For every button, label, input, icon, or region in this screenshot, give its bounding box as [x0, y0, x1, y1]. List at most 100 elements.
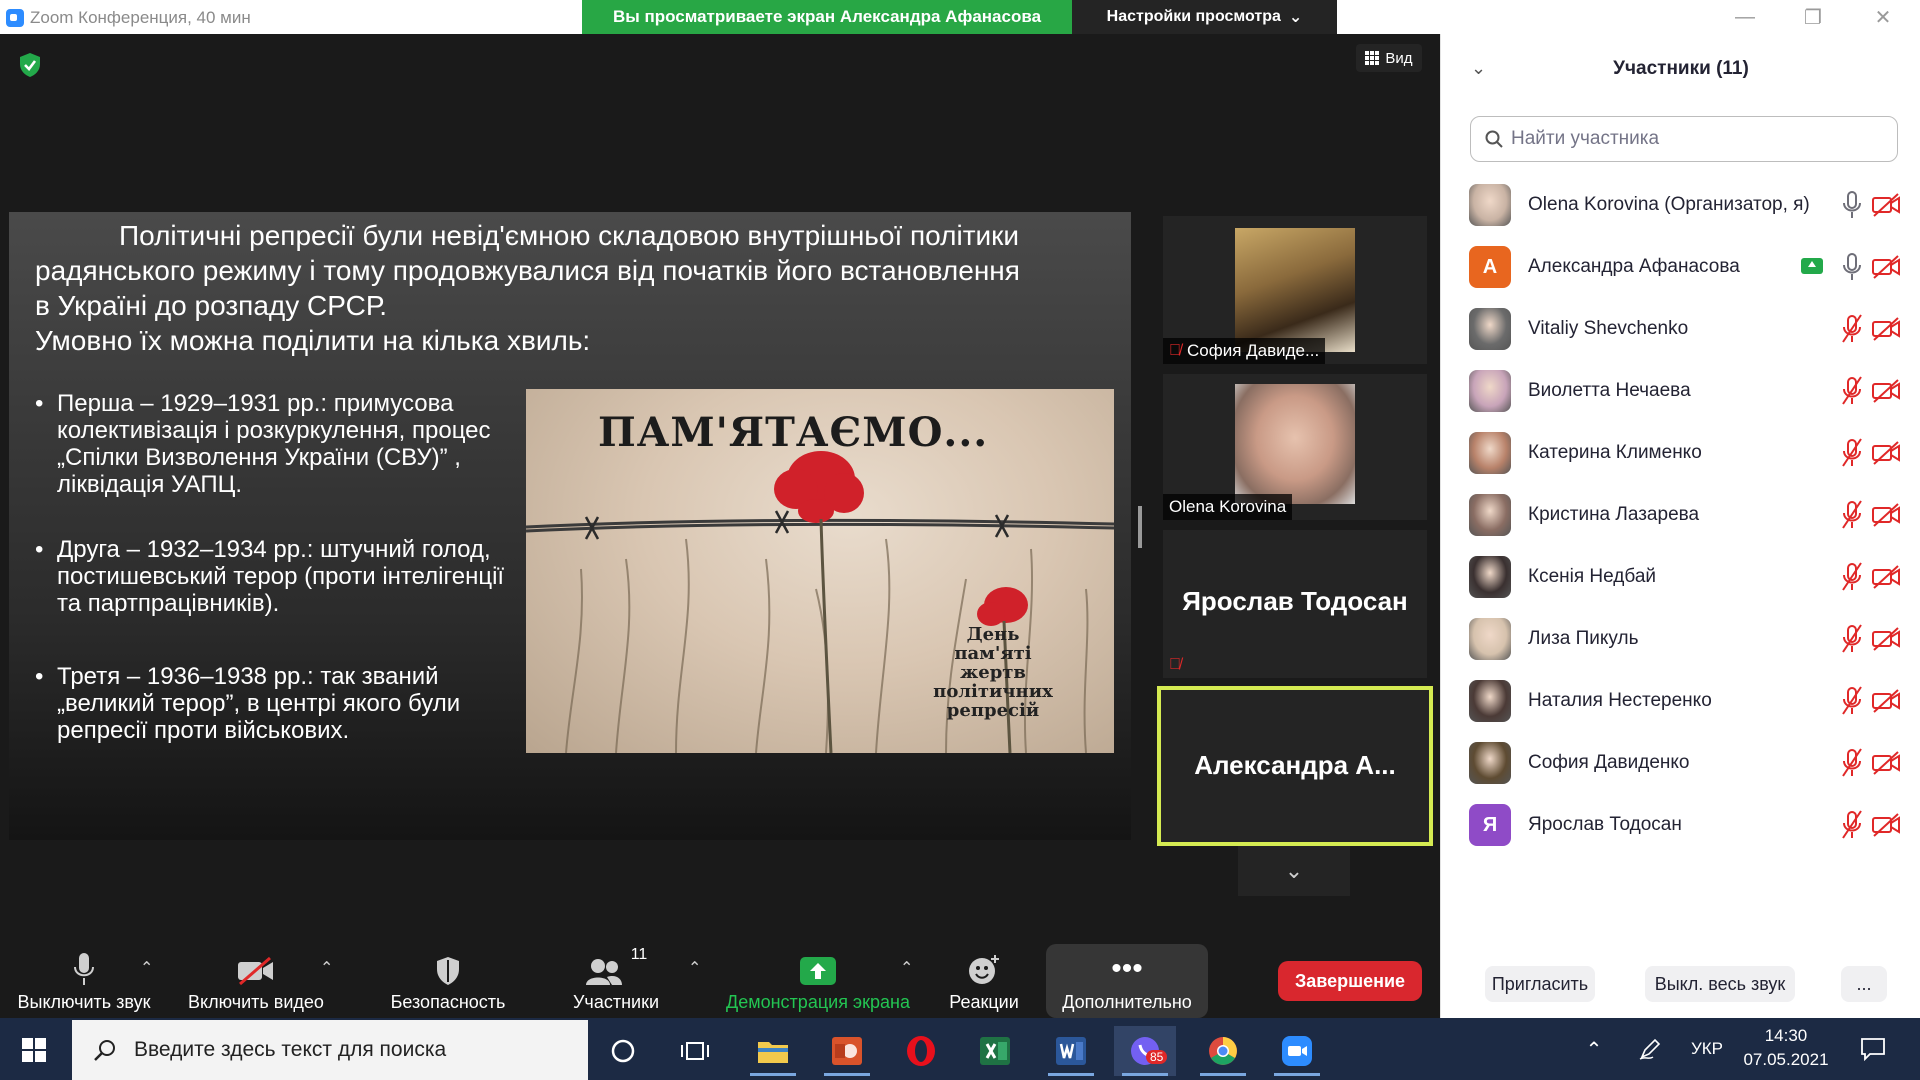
opera-icon[interactable]: [890, 1026, 952, 1076]
participant-row[interactable]: София Давиденко: [1441, 732, 1920, 794]
chrome-icon[interactable]: [1192, 1026, 1254, 1076]
shared-screen-slide: Політичні репресії були невід'ємною скла…: [9, 212, 1131, 840]
more-button[interactable]: ••• Дополнительно: [1046, 944, 1208, 1018]
file-explorer-icon[interactable]: [742, 1026, 804, 1076]
slide-intro-line: Політичні репресії були невід'ємною скла…: [119, 220, 1020, 251]
panel-more-button[interactable]: ...: [1841, 966, 1887, 1002]
windows-start-icon[interactable]: [22, 1038, 46, 1062]
share-screen-button[interactable]: Демонстрация экрана: [720, 940, 916, 1013]
view-settings-button[interactable]: Настройки просмотра ⌄: [1072, 0, 1337, 34]
end-meeting-button[interactable]: Завершение: [1278, 961, 1422, 1001]
video-off-icon[interactable]: [1871, 316, 1901, 342]
share-screen-icon: [720, 940, 916, 986]
participant-row[interactable]: Olena Korovina (Организатор, я): [1441, 174, 1920, 236]
zoom-taskbar-icon[interactable]: [1266, 1026, 1328, 1076]
participant-search-input[interactable]: Найти участника: [1470, 116, 1898, 162]
participant-row[interactable]: Кристина Лазарева: [1441, 484, 1920, 546]
video-off-icon[interactable]: [1871, 688, 1901, 714]
invite-button[interactable]: Пригласить: [1485, 966, 1595, 1002]
resize-handle[interactable]: [1138, 506, 1142, 548]
security-shield-icon[interactable]: [18, 52, 42, 78]
image-caption-line: пам'яті: [954, 643, 1032, 664]
view-settings-label: Настройки просмотра: [1106, 8, 1281, 25]
mic-muted-icon[interactable]: [1841, 436, 1863, 470]
powerpoint-icon[interactable]: [816, 1026, 878, 1076]
taskbar-search-input[interactable]: Введите здесь текст для поиска: [72, 1020, 588, 1080]
microphone-icon[interactable]: [1841, 250, 1863, 284]
chevron-down-icon: ⌄: [1288, 9, 1303, 26]
start-video-button[interactable]: Включить видео: [186, 940, 326, 1013]
video-off-icon[interactable]: [1871, 626, 1901, 652]
microphone-icon[interactable]: [1841, 188, 1863, 222]
thumbnail-scroll-down-button[interactable]: ⌄: [1238, 846, 1350, 896]
thumbnail-namebar: 🎙̸ София Давиде...: [1163, 338, 1326, 364]
share-options-caret[interactable]: ⌃: [900, 958, 913, 978]
participant-avatar: [1469, 370, 1511, 412]
participant-row[interactable]: Vitaliy Shevchenko: [1441, 298, 1920, 360]
mic-muted-icon[interactable]: [1841, 808, 1863, 842]
security-button[interactable]: Безопасность: [380, 940, 516, 1013]
video-thumbnail[interactable]: 🎙̸ София Давиде...: [1163, 216, 1427, 364]
participants-options-caret[interactable]: ⌃: [688, 958, 701, 978]
video-options-caret[interactable]: ⌃: [320, 958, 333, 978]
screen-share-icon: [1801, 258, 1823, 274]
video-off-icon[interactable]: [1871, 502, 1901, 528]
participant-row[interactable]: Катерина Клименко: [1441, 422, 1920, 484]
mute-all-button[interactable]: Выкл. весь звук: [1645, 966, 1795, 1002]
mic-muted-icon[interactable]: [1841, 746, 1863, 780]
word-icon[interactable]: [1040, 1026, 1102, 1076]
close-button[interactable]: ✕: [1848, 0, 1918, 34]
security-shield-icon: [380, 940, 516, 986]
image-caption-line: політичних: [933, 681, 1053, 702]
mic-muted-icon[interactable]: [1841, 622, 1863, 656]
widgets-icon[interactable]: [664, 1026, 726, 1076]
mic-muted-icon[interactable]: [1841, 498, 1863, 532]
mic-muted-icon[interactable]: [1841, 374, 1863, 408]
notifications-icon[interactable]: [1848, 1018, 1898, 1080]
participant-row[interactable]: Я Ярослав Тодосан: [1441, 794, 1920, 856]
share-screen-label: Демонстрация экрана: [726, 992, 910, 1012]
video-off-icon[interactable]: [1871, 812, 1901, 838]
participants-button[interactable]: 11 Участники: [556, 940, 676, 1013]
video-thumbnail[interactable]: Ярослав Тодосан 🎙̸: [1163, 530, 1427, 678]
show-hidden-icons-chevron-icon[interactable]: ⌃: [1574, 1018, 1614, 1080]
mute-button[interactable]: Выключить звук: [14, 940, 154, 1013]
video-off-icon[interactable]: [1871, 254, 1901, 280]
mute-label: Выключить звук: [17, 992, 151, 1012]
mic-muted-icon[interactable]: [1841, 312, 1863, 346]
excel-icon[interactable]: [964, 1026, 1026, 1076]
participant-row[interactable]: А Александра Афанасова: [1441, 236, 1920, 298]
video-off-icon[interactable]: [1871, 192, 1901, 218]
participant-row[interactable]: Виолетта Нечаева: [1441, 360, 1920, 422]
pen-icon[interactable]: [1630, 1018, 1670, 1080]
participants-panel: ⌄ Участники (11) Найти участника Olena K…: [1440, 34, 1920, 1018]
video-off-icon[interactable]: [1871, 750, 1901, 776]
video-off-icon[interactable]: [1871, 378, 1901, 404]
clock-time: 14:30: [1764, 1026, 1808, 1045]
slide-bullet: Друга – 1932–1934 рр.: штучний голод, по…: [35, 536, 505, 617]
audio-options-caret[interactable]: ⌃: [140, 958, 153, 978]
input-language[interactable]: УКР: [1682, 1018, 1732, 1080]
participant-avatar: [1469, 308, 1511, 350]
task-view-icon[interactable]: [592, 1026, 654, 1076]
mic-muted-icon[interactable]: [1841, 684, 1863, 718]
video-thumbnail[interactable]: Olena Korovina: [1163, 374, 1427, 520]
clock-date: 07.05.2021: [1743, 1050, 1829, 1069]
reactions-button[interactable]: Реакции: [936, 940, 1032, 1013]
participant-avatar: [1469, 742, 1511, 784]
participant-row[interactable]: Лиза Пикуль: [1441, 608, 1920, 670]
mic-muted-icon[interactable]: [1841, 560, 1863, 594]
system-clock[interactable]: 14:30 07.05.2021: [1738, 1024, 1834, 1072]
minimize-button[interactable]: —: [1710, 0, 1780, 34]
participant-row[interactable]: Наталия Нестеренко: [1441, 670, 1920, 732]
maximize-button[interactable]: ❐: [1778, 0, 1848, 34]
active-speaker-thumbnail[interactable]: Александра А...: [1157, 686, 1433, 846]
participant-avatar: Я: [1469, 804, 1511, 846]
video-off-icon[interactable]: [1871, 440, 1901, 466]
participant-row[interactable]: Ксенія Недбай: [1441, 546, 1920, 608]
viber-icon[interactable]: 85: [1114, 1026, 1176, 1076]
participant-name: Ярослав Тодосан: [1528, 814, 1682, 835]
view-button[interactable]: Вид: [1356, 44, 1422, 72]
slide-bullets: Перша – 1929–1931 рр.: примусова колекти…: [35, 390, 505, 744]
video-off-icon[interactable]: [1871, 564, 1901, 590]
